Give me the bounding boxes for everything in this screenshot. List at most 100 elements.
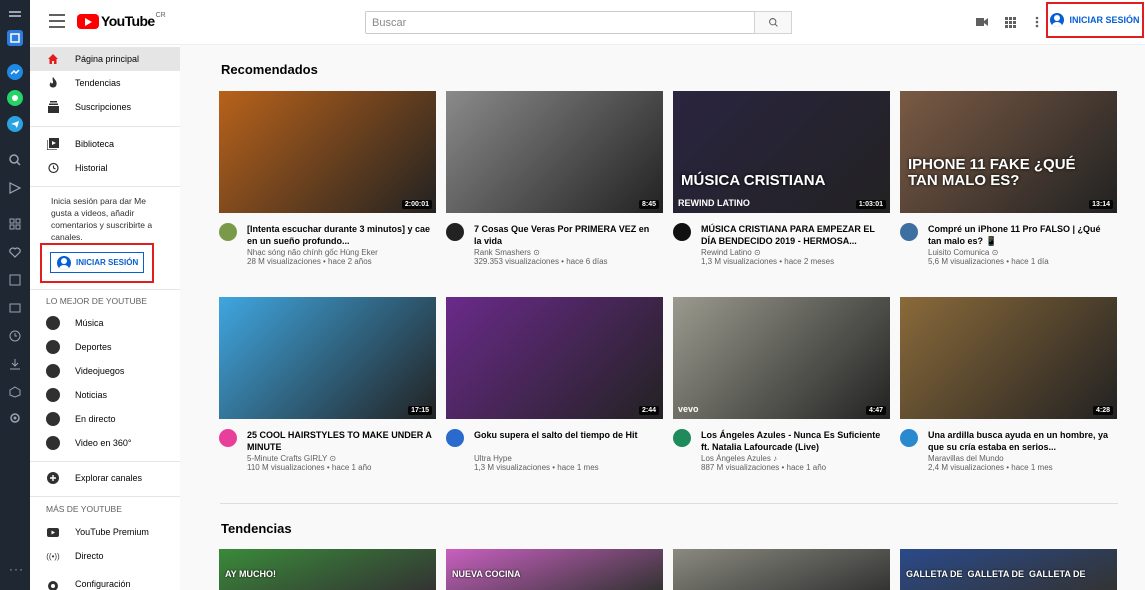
channel-avatar[interactable]	[673, 429, 691, 447]
sidebar-item-library[interactable]: Biblioteca	[30, 132, 180, 156]
sidebar-item-trending[interactable]: Tendencias	[30, 71, 180, 95]
signin-button-sidebar[interactable]: INICIAR SESIÓN	[50, 252, 144, 273]
sidebar-divider	[30, 496, 180, 497]
video-title[interactable]: Los Ángeles Azules - Nunca Es Suficiente…	[701, 429, 886, 453]
channel-name[interactable]: Los Ángeles Azules ♪	[701, 454, 777, 463]
masthead: YouTube CR Buscar INICIAR SESIÓN	[30, 0, 1145, 45]
video-meta: 28 M visualizaciones • hace 2 años	[247, 257, 372, 266]
menu-icon[interactable]	[7, 8, 23, 24]
channel-avatar[interactable]	[446, 223, 464, 241]
apps-grid-icon[interactable]	[1003, 15, 1017, 29]
channel-name[interactable]: Nhạc sóng não chính gốc Hùng Eker	[247, 248, 378, 257]
search-button[interactable]	[754, 11, 792, 34]
sidebar-label: Historial	[75, 163, 108, 173]
channel-avatar[interactable]	[673, 223, 691, 241]
trending-thumbnail-text: GALLETA DE GALLETA DE GALLETA DE	[906, 569, 1086, 579]
messenger-icon[interactable]	[7, 64, 23, 80]
window-icon[interactable]	[7, 300, 23, 316]
sidebar-label: Deportes	[75, 342, 112, 352]
channel-avatar[interactable]	[446, 429, 464, 447]
notes-icon[interactable]	[7, 272, 23, 288]
channel-name[interactable]: Rewind Latino ⊙	[701, 248, 761, 257]
apps-icon[interactable]	[7, 216, 23, 232]
channel-avatar[interactable]	[219, 223, 237, 241]
sidebar-divider	[30, 186, 180, 187]
whatsapp-icon[interactable]	[7, 90, 23, 106]
more-dots-icon[interactable]: ···	[9, 562, 24, 576]
youtube-premium-icon	[46, 525, 60, 539]
extensions-icon[interactable]	[7, 384, 23, 400]
sidebar-label: Videojuegos	[75, 366, 125, 376]
channel-name[interactable]: 5-Minute Crafts GIRLY ⊙	[247, 454, 336, 463]
gear-icon[interactable]	[7, 410, 23, 426]
video-thumbnail[interactable]: IPHONE 11 FAKE ¿QUÉ TAN MALO ES? 13:14	[900, 91, 1117, 213]
channel-name[interactable]: Maravillas del Mundo	[928, 454, 1004, 463]
trending-thumbnail[interactable]: AY MUCHO!	[219, 549, 436, 590]
sidebar-item-sports[interactable]: Deportes	[30, 335, 180, 359]
video-title[interactable]: 25 COOL HAIRSTYLES TO MAKE UNDER A MINUT…	[247, 429, 432, 453]
sidebar-item-news[interactable]: Noticias	[30, 383, 180, 407]
video-thumbnail[interactable]: 17:15	[219, 297, 436, 419]
search-icon[interactable]	[7, 152, 23, 168]
video-thumbnail[interactable]: 4:28	[900, 297, 1117, 419]
sidebar-item-music[interactable]: Música	[30, 311, 180, 335]
sidebar-item-premium[interactable]: YouTube Premium	[30, 520, 180, 544]
video-title[interactable]: [Intenta escuchar durante 3 minutos] y c…	[247, 223, 432, 247]
live-icon	[46, 412, 60, 426]
sidebar-item-explore[interactable]: Explorar canales	[30, 466, 180, 490]
channel-avatar[interactable]	[900, 429, 918, 447]
settings-more-icon[interactable]	[1030, 15, 1044, 29]
sidebar-item-live-broadcast[interactable]: ((•)) Directo	[30, 544, 180, 568]
360-icon	[46, 436, 60, 450]
guide-menu-icon[interactable]	[49, 14, 65, 28]
download-icon[interactable]	[7, 356, 23, 372]
channel-name[interactable]: Rank Smashers ⊙	[474, 248, 540, 257]
video-thumbnail[interactable]: vevo 4:47	[673, 297, 890, 419]
video-duration: 1:03:01	[855, 200, 886, 209]
sidebar-label: Suscripciones	[75, 102, 132, 112]
video-title[interactable]: Una ardilla busca ayuda en un hombre, ya…	[928, 429, 1113, 453]
workspace-icon[interactable]	[7, 30, 23, 46]
video-duration: 2:00:01	[401, 200, 432, 209]
sidebar-item-360[interactable]: Video en 360°	[30, 431, 180, 455]
video-title[interactable]: Goku supera el salto del tiempo de Hit	[474, 429, 659, 441]
guide-sidebar: Página principal Tendencias Suscripcione…	[30, 45, 180, 590]
trending-thumbnail[interactable]	[673, 549, 890, 590]
send-icon[interactable]	[7, 180, 23, 196]
channel-avatar[interactable]	[219, 429, 237, 447]
channel-name[interactable]: Ultra Hype	[474, 454, 512, 463]
trending-thumbnail[interactable]: NUEVA COCINA	[446, 549, 663, 590]
signin-prompt-text: Inicia sesión para dar Me gusta a videos…	[51, 196, 153, 242]
video-title[interactable]: 7 Cosas Que Veras Por PRIMERA VEZ en la …	[474, 223, 659, 247]
clock-icon[interactable]	[7, 328, 23, 344]
trending-thumbnail[interactable]: GALLETA DE GALLETA DE GALLETA DE	[900, 549, 1117, 590]
video-duration: 17:15	[408, 406, 432, 415]
sidebar-item-settings[interactable]: Configuración	[30, 579, 180, 590]
video-title[interactable]: MÚSICA CRISTIANA PARA EMPEZAR EL DÍA BEN…	[701, 223, 886, 247]
video-duration: 4:47	[865, 406, 886, 415]
video-thumbnail[interactable]: 8:45	[446, 91, 663, 213]
section-title-trending: Tendencias	[221, 521, 292, 536]
video-title[interactable]: Compré un iPhone 11 Pro FALSO | ¿Qué tan…	[928, 223, 1113, 247]
youtube-play-icon	[77, 13, 99, 29]
sidebar-label: En directo	[75, 414, 116, 424]
channel-avatar[interactable]	[900, 223, 918, 241]
sidebar-label: Página principal	[75, 54, 140, 64]
sidebar-item-home[interactable]: Página principal	[30, 47, 180, 71]
video-thumbnail[interactable]: 2:00:01	[219, 91, 436, 213]
sidebar-item-live[interactable]: En directo	[30, 407, 180, 431]
youtube-logo[interactable]: YouTube CR	[77, 12, 166, 29]
signin-button-top[interactable]: INICIAR SESIÓN	[1046, 2, 1144, 38]
sidebar-item-subscriptions[interactable]: Suscripciones	[30, 95, 180, 119]
create-video-icon[interactable]	[975, 15, 989, 29]
main-content: Recomendados 2:00:01 [Intenta escuchar du…	[180, 45, 1145, 590]
heart-icon[interactable]	[7, 244, 23, 260]
sidebar-item-history[interactable]: Historial	[30, 156, 180, 180]
sidebar-item-gaming[interactable]: Videojuegos	[30, 359, 180, 383]
telegram-icon[interactable]	[7, 116, 23, 132]
video-thumbnail[interactable]: 2:44	[446, 297, 663, 419]
channel-name[interactable]: Luisito Comunica ⊙	[928, 248, 998, 257]
subscriptions-icon	[46, 100, 60, 114]
search-input[interactable]: Buscar	[365, 11, 755, 34]
video-thumbnail[interactable]: MÚSICA CRISTIANA REWIND LATINO 1:03:01	[673, 91, 890, 213]
